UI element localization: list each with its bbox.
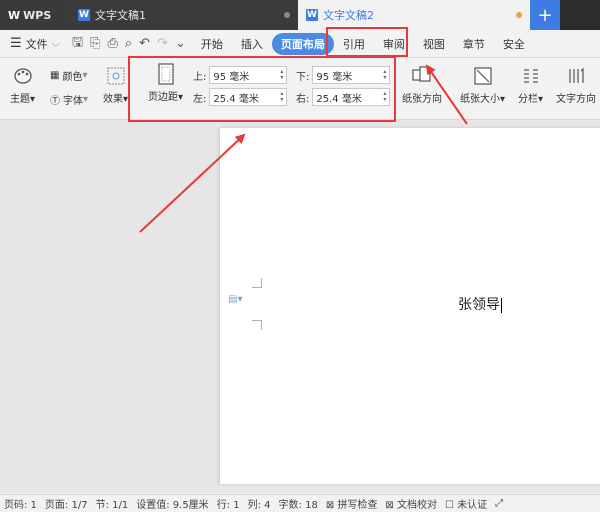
print-icon[interactable]: ⎙ — [107, 36, 117, 51]
text-direction-button[interactable]: 文字方向 — [556, 66, 596, 105]
document-page[interactable]: 张领导 — [220, 128, 600, 484]
quick-access-toolbar: 🖫 ⎘ ⎙ ⌕ ↶ ↷ ⌄ — [66, 33, 192, 55]
redo-icon[interactable]: ↷ — [157, 36, 168, 51]
status-word-count[interactable]: 字数: 18 — [275, 496, 322, 511]
plus-icon: + — [537, 4, 553, 26]
columns-button[interactable]: 分栏▾ — [518, 66, 543, 105]
unsaved-dot-icon — [284, 12, 290, 18]
checkbox-icon: ⊠ — [325, 500, 335, 511]
page-size-label: 纸张大小 — [460, 94, 500, 105]
effect-icon — [106, 66, 126, 86]
spell-check-button[interactable]: ⊠ 拼写检查 — [322, 496, 382, 511]
certification-label: 未认证 — [457, 500, 488, 511]
color-button[interactable]: ▦ 颜色 ▾ — [50, 68, 87, 83]
status-setting-value[interactable]: 设置值: 9.5厘米 — [132, 496, 212, 511]
more-icon[interactable]: ⌄ — [175, 36, 186, 51]
undo-icon[interactable]: ↶ — [139, 36, 150, 51]
checkbox-icon: ⊠ — [385, 500, 394, 511]
file-menu[interactable]: ☰ 文件 ⌵ — [0, 36, 66, 52]
font-label: 字体 — [63, 96, 83, 107]
shield-icon: ☐ — [444, 500, 454, 511]
print-preview-icon[interactable]: ⌕ — [125, 36, 132, 51]
font-button[interactable]: Ⓣ 字体 ▾ — [50, 92, 88, 107]
app-name: WPS — [23, 8, 52, 22]
effect-label: 效果 — [103, 94, 123, 105]
status-column[interactable]: 列: 4 — [244, 496, 275, 511]
tab-label: 文字文稿1 — [95, 9, 146, 22]
menu-page-layout[interactable]: 页面布局 — [271, 32, 334, 55]
document-text-content: 张领导 — [458, 297, 500, 313]
palette-icon — [13, 66, 33, 86]
certification-status[interactable]: ☐ 未认证 — [441, 496, 491, 511]
document-workspace: 张领导 ▤▾ — [0, 120, 600, 492]
page-size-button[interactable]: 纸张大小▾ — [460, 66, 505, 105]
effect-button[interactable]: 效果▾ — [103, 66, 128, 105]
new-tab-button[interactable]: + — [530, 0, 560, 30]
color-label: 颜色 — [62, 72, 83, 83]
menu-security[interactable]: 安全 — [494, 33, 534, 55]
menu-chapter[interactable]: 章节 — [454, 33, 494, 55]
hamburger-icon: ☰ — [10, 36, 22, 51]
document-text[interactable]: 张领导 — [458, 294, 502, 314]
columns-label: 分栏 — [518, 94, 538, 105]
menu-view[interactable]: 视图 — [414, 33, 454, 55]
document-icon: W — [78, 9, 90, 21]
orientation-button[interactable]: 纸张方向 — [402, 66, 442, 105]
text-cursor — [501, 297, 502, 313]
document-icon: W — [306, 9, 318, 21]
spell-check-label: 拼写检查 — [337, 500, 378, 511]
margin-corner-marker — [252, 320, 262, 330]
tab-document-2[interactable]: W 文字文稿2 — [298, 0, 530, 30]
status-bar: 页码: 1 页面: 1/7 节: 1/1 设置值: 9.5厘米 行: 1 列: … — [0, 494, 600, 512]
proofread-button[interactable]: ⊠ 文档校对 — [381, 496, 441, 511]
status-line[interactable]: 行: 1 — [213, 496, 244, 511]
font-circle-icon: Ⓣ — [50, 96, 60, 107]
status-section[interactable]: 节: 1/1 — [92, 496, 133, 511]
margin-corner-marker — [252, 278, 262, 288]
tab-label: 文字文稿2 — [323, 9, 374, 22]
text-direction-label: 文字方向 — [556, 94, 596, 105]
wps-home-tab[interactable]: W WPS — [0, 0, 70, 30]
page-orientation-icon — [412, 66, 432, 86]
title-bar: W WPS W 文字文稿1 W 文字文稿2 + — [0, 0, 600, 30]
fullscreen-icon[interactable]: ⤢ — [491, 498, 507, 509]
status-page-count[interactable]: 页面: 1/7 — [41, 496, 92, 511]
wps-logo-icon: W — [8, 8, 21, 22]
unsaved-dot-icon — [516, 12, 522, 18]
status-page-number[interactable]: 页码: 1 — [0, 496, 41, 511]
file-menu-label: 文件 — [25, 37, 48, 51]
tab-document-1[interactable]: W 文字文稿1 — [70, 0, 298, 30]
menu-insert[interactable]: 插入 — [232, 33, 272, 55]
save-icon[interactable]: 🖫 — [72, 33, 83, 55]
page-size-icon — [473, 66, 493, 86]
menu-bar: ☰ 文件 ⌵ 🖫 ⎘ ⎙ ⌕ ↶ ↷ ⌄ 开始 插入 页面布局 引用 审阅 视图… — [0, 30, 600, 58]
chevron-down-icon: ⌵ — [51, 36, 60, 50]
theme-button[interactable]: 主题▾ — [10, 66, 35, 105]
paragraph-handle-icon[interactable]: ▤▾ — [228, 294, 242, 305]
highlight-page-layout-tab — [326, 27, 408, 57]
highlight-margin-settings — [128, 56, 396, 122]
grid-color-icon: ▦ — [50, 70, 60, 81]
proofread-label: 文档校对 — [396, 500, 437, 511]
theme-label: 主题 — [10, 94, 30, 105]
export-icon[interactable]: ⎘ — [90, 36, 100, 51]
text-direction-icon — [566, 66, 586, 86]
columns-icon — [521, 66, 541, 86]
menu-home[interactable]: 开始 — [192, 33, 232, 55]
orientation-label: 纸张方向 — [402, 94, 442, 105]
